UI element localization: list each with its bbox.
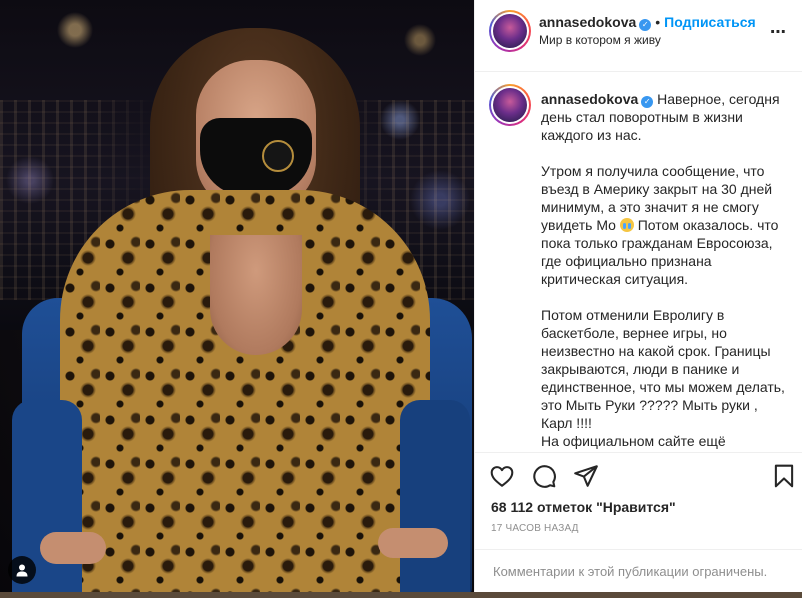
caption-text-part2: Потом оказалось. что пока только граждан… [541,217,785,449]
photo-chair-arm-right [400,400,470,598]
more-options-icon[interactable]: ⋯ [770,22,787,42]
caption-text-part1: Наверное, сегодня день стал поворотным в… [541,91,780,233]
author-avatar[interactable] [489,10,531,52]
header-user-line: annasedokova ✓ • Подписаться [539,14,756,31]
post-side-panel: annasedokova ✓ • Подписаться Мир в котором … [474,0,802,598]
window-bottom-edge [0,592,802,598]
caption-author-avatar[interactable] [489,84,531,126]
photo-hand-left [40,532,106,564]
share-icon [574,465,598,487]
user-tag-icon [16,564,28,577]
likes-count[interactable]: 68 112 отметок "Нравится" [491,499,676,515]
caption-username[interactable]: annasedokova [541,91,638,107]
crying-face-icon [619,218,634,232]
post-actions: 68 112 отметок "Нравится" 17 часов назад… [475,452,802,592]
photo-face-mask [200,118,312,196]
follow-button[interactable]: Подписаться [664,14,756,30]
photo-mask-logo [262,140,294,172]
action-bar [489,463,794,491]
caption-area: annasedokova ✓ Наверное, сегодня день ста… [475,72,802,452]
verified-badge-icon: ✓ [639,19,652,31]
separator-dot: • [655,14,661,30]
photo-neckline [210,235,302,355]
post-caption: annasedokova ✓ Наверное, сегодня день ста… [541,90,791,450]
user-tag-button[interactable] [8,556,36,584]
share-button[interactable] [573,463,601,491]
heart-icon [490,466,514,487]
post-timestamp[interactable]: 17 часов назад [491,523,579,534]
save-button[interactable] [771,463,799,491]
photo-hand-right [378,528,448,558]
comment-icon [533,465,556,488]
comments-limited-notice: Комментарии к этой публикации ограничены… [475,549,802,593]
post-photo[interactable] [0,0,474,598]
post-header: annasedokova ✓ • Подписаться Мир в котором … [475,0,802,72]
caption-verified-badge-icon: ✓ [641,96,654,108]
comment-button[interactable] [531,463,559,491]
bookmark-icon [774,464,794,488]
post-location[interactable]: Мир в котором я живу [539,33,661,47]
author-username[interactable]: annasedokova [539,14,636,30]
like-button[interactable] [489,463,517,491]
